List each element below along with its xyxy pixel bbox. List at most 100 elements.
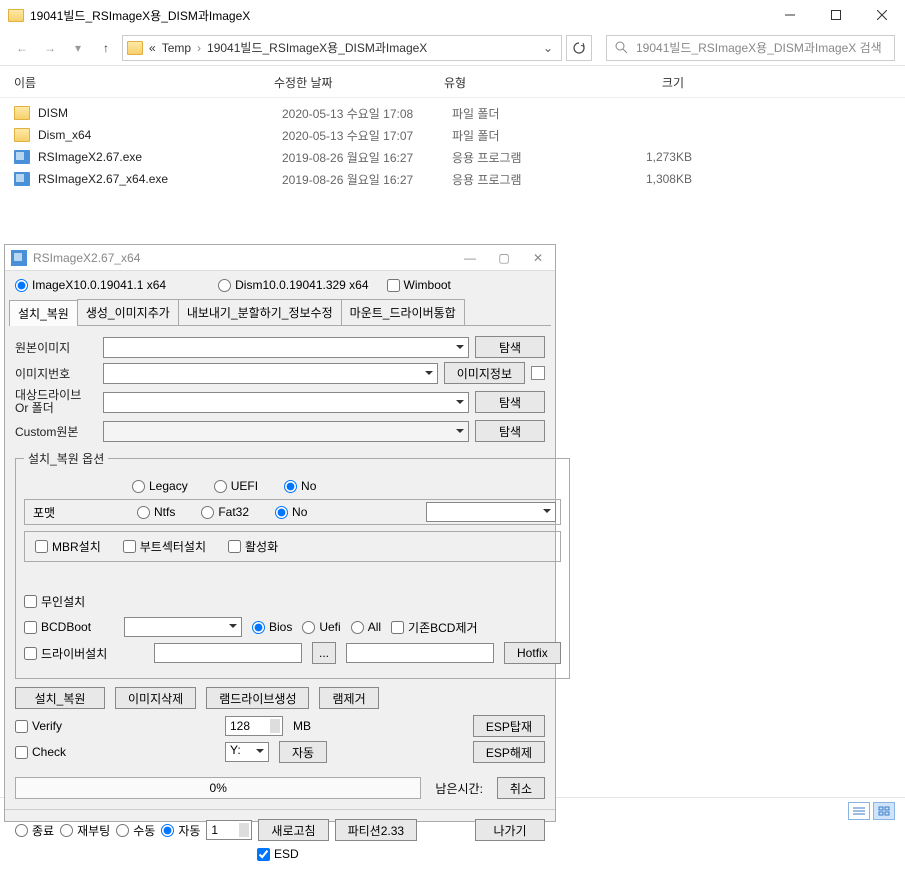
imagex-radio[interactable]: ImageX10.0.19041.1 x64 [15, 278, 166, 292]
file-date: 2020-05-13 수요일 17:07 [282, 127, 452, 144]
close-button[interactable] [859, 0, 905, 30]
exit-button[interactable]: 나가기 [475, 819, 545, 841]
hotfix-path-input[interactable] [346, 643, 494, 663]
dialog-minimize-button[interactable]: — [453, 246, 487, 270]
driver-path-input[interactable] [154, 643, 302, 663]
dism-radio[interactable]: Dism10.0.19041.329 x64 [218, 278, 368, 292]
custom-source-label: Custom원본 [15, 423, 97, 440]
boot-no-radio[interactable]: No [284, 479, 316, 493]
forward-button[interactable]: → [38, 36, 62, 60]
tab-1[interactable]: 생성_이미지추가 [77, 299, 179, 325]
boot-uefi-radio[interactable]: UEFI [214, 479, 258, 493]
tab-2[interactable]: 내보내기_분할하기_정보수정 [178, 299, 342, 325]
verify-check[interactable]: Verify [15, 719, 215, 733]
esp-mount-button[interactable]: ESP탑재 [473, 715, 545, 737]
fmt-fat32-radio[interactable]: Fat32 [201, 505, 249, 519]
dialog-maximize-button[interactable]: ▢ [487, 246, 521, 270]
bcdboot-check[interactable]: BCDBoot [24, 620, 114, 634]
tab-0[interactable]: 설치_복원 [9, 300, 78, 326]
mb-spinner[interactable]: 128 [225, 716, 283, 736]
esp-unmount-button[interactable]: ESP해제 [473, 741, 545, 763]
header-type[interactable]: 유형 [444, 74, 584, 91]
install-button[interactable]: 설치_복원 [15, 687, 105, 709]
window-title: 19041빌드_RSImageX용_DISM과ImageX [30, 7, 767, 24]
dialog-titlebar: RSImageX2.67_x64 — ▢ ✕ [5, 245, 555, 271]
reboot-radio[interactable]: 재부팅 [60, 822, 110, 839]
file-row[interactable]: RSImageX2.67.exe 2019-08-26 월요일 16:27 응용… [14, 146, 891, 168]
hotfix-button[interactable]: Hotfix [504, 642, 561, 664]
source-browse-button[interactable]: 탐색 [475, 336, 545, 358]
auto-radio[interactable]: 자동 [161, 822, 200, 839]
drive-icon [127, 41, 143, 55]
file-row[interactable]: DISM 2020-05-13 수요일 17:08 파일 폴더 [14, 102, 891, 124]
unattend-check[interactable]: 무인설치 [24, 593, 85, 610]
breadcrumb-b[interactable]: 19041빌드_RSImageX용_DISM과ImageX [207, 39, 427, 56]
target-browse-button[interactable]: 탐색 [475, 391, 545, 413]
count-spinner[interactable]: 1 [206, 820, 252, 840]
bcd-bios-radio[interactable]: Bios [252, 620, 292, 634]
image-info-check[interactable] [531, 366, 545, 380]
wimboot-check[interactable]: Wimboot [387, 278, 451, 292]
view-details-button[interactable] [848, 802, 870, 820]
boot-legacy-radio[interactable]: Legacy [132, 479, 188, 493]
address-bar[interactable]: « Temp › 19041빌드_RSImageX용_DISM과ImageX ⌄ [122, 35, 562, 61]
recent-dropdown[interactable]: ▾ [66, 36, 90, 60]
bcdboot-select[interactable] [124, 617, 242, 637]
file-size: 1,273KB [592, 150, 692, 164]
file-row[interactable]: RSImageX2.67_x64.exe 2019-08-26 월요일 16:2… [14, 168, 891, 190]
mbr-check[interactable]: MBR설치 [35, 538, 101, 555]
format-select[interactable] [426, 502, 556, 522]
fmt-no-radio[interactable]: No [275, 505, 307, 519]
keepbcd-check[interactable]: 기존BCD제거 [391, 619, 478, 636]
rsimagex-dialog: RSImageX2.67_x64 — ▢ ✕ ImageX10.0.19041.… [4, 244, 556, 822]
image-index-combo[interactable] [103, 363, 438, 384]
partition-button[interactable]: 파티션2.33 [335, 819, 417, 841]
custom-source-combo[interactable] [103, 421, 469, 442]
file-row[interactable]: Dism_x64 2020-05-13 수요일 17:07 파일 폴더 [14, 124, 891, 146]
header-date[interactable]: 수정한 날짜 [274, 74, 444, 91]
drive-letter-select[interactable]: Y: [225, 742, 269, 762]
minimize-button[interactable] [767, 0, 813, 30]
header-name[interactable]: 이름 [14, 74, 274, 91]
target-drive-combo[interactable] [103, 392, 469, 413]
custom-browse-button[interactable]: 탐색 [475, 420, 545, 442]
address-dropdown[interactable]: ⌄ [539, 41, 557, 55]
bcd-all-radio[interactable]: All [351, 620, 381, 634]
esd-check[interactable]: ESD [257, 847, 299, 861]
refresh-button[interactable] [566, 35, 592, 61]
bootsector-check[interactable]: 부트섹터설치 [123, 538, 206, 555]
image-index-label: 이미지번호 [15, 365, 97, 382]
navbar: ← → ▾ ↑ « Temp › 19041빌드_RSImageX용_DISM과… [0, 30, 905, 66]
fmt-ntfs-radio[interactable]: Ntfs [137, 505, 175, 519]
image-info-button[interactable]: 이미지정보 [444, 362, 525, 384]
engine-row: ImageX10.0.19041.1 x64 Dism10.0.19041.32… [5, 271, 555, 299]
refresh-button2[interactable]: 새로고침 [258, 819, 328, 841]
driver-browse-button[interactable]: ... [312, 642, 336, 664]
shutdown-radio[interactable]: 종료 [15, 822, 54, 839]
maximize-button[interactable] [813, 0, 859, 30]
delete-image-button[interactable]: 이미지삭제 [115, 687, 196, 709]
install-options-legend: 설치_복원 옵션 [24, 450, 108, 467]
remove-ramdisk-button[interactable]: 램제거 [319, 687, 378, 709]
auto-button[interactable]: 자동 [279, 741, 327, 763]
view-icons-button[interactable] [873, 802, 895, 820]
driver-check[interactable]: 드라이버설치 [24, 645, 144, 662]
column-headers[interactable]: 이름 수정한 날짜 유형 크기 [0, 66, 905, 98]
search-box[interactable]: 19041빌드_RSImageX용_DISM과ImageX 검색 [606, 35, 895, 61]
create-ramdisk-button[interactable]: 램드라이브생성 [206, 687, 309, 709]
check-check[interactable]: Check [15, 745, 215, 759]
bcd-uefi-radio[interactable]: Uefi [302, 620, 340, 634]
back-button[interactable]: ← [10, 36, 34, 60]
dialog-close-button[interactable]: ✕ [521, 246, 555, 270]
tab-3[interactable]: 마운트_드라이버통합 [341, 299, 465, 325]
cancel-button[interactable]: 취소 [497, 777, 545, 799]
file-type: 응용 프로그램 [452, 149, 592, 166]
header-size[interactable]: 크기 [584, 74, 684, 91]
up-button[interactable]: ↑ [94, 36, 118, 60]
source-image-combo[interactable] [103, 337, 469, 358]
target-drive-label: 대상드라이브 Or 폴더 [15, 389, 97, 415]
breadcrumb-a[interactable]: Temp [162, 41, 191, 55]
activate-check[interactable]: 활성화 [228, 538, 278, 555]
file-name: RSImageX2.67.exe [38, 150, 282, 164]
manual-radio[interactable]: 수동 [116, 822, 155, 839]
